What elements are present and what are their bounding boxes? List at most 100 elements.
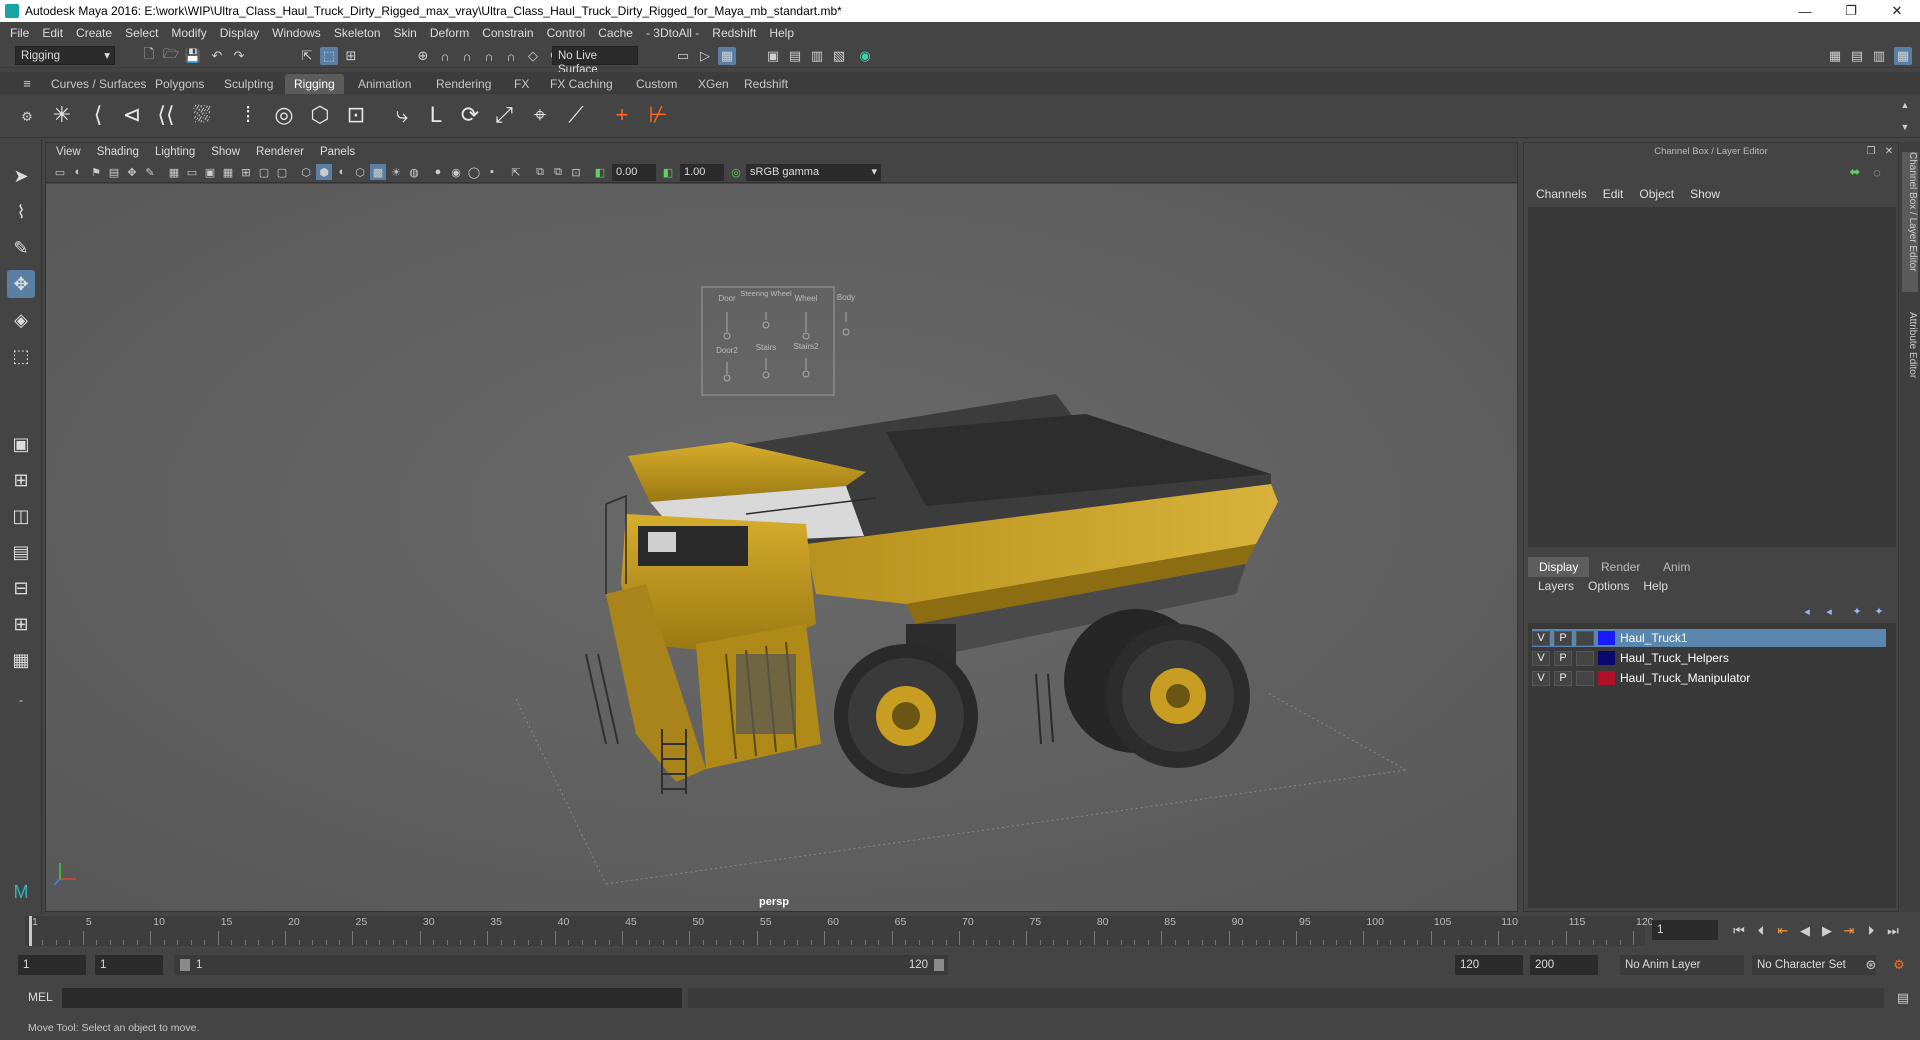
snap-point-icon[interactable]: ∩ bbox=[458, 47, 476, 65]
menu-deform[interactable]: Deform bbox=[430, 26, 469, 40]
haul-truck-model[interactable] bbox=[585, 394, 1278, 794]
auto-key-icon[interactable]: ⊛ bbox=[1862, 956, 1880, 974]
locator-icon[interactable]: + bbox=[604, 98, 640, 132]
render-settings-icon[interactable]: ▧ bbox=[830, 47, 848, 65]
layer-menu-options[interactable]: Options bbox=[1588, 579, 1629, 597]
snap-grid-icon[interactable]: ⊕ bbox=[414, 47, 432, 65]
paint-select-icon[interactable]: ✎ bbox=[7, 234, 35, 262]
layer-color-swatch[interactable] bbox=[1598, 671, 1615, 685]
bind-skin-icon[interactable]: ⁞ bbox=[230, 98, 266, 132]
layer-tab-display[interactable]: Display bbox=[1528, 557, 1590, 577]
ipr-render-icon[interactable]: ▥ bbox=[808, 47, 826, 65]
shelf-tab-animation[interactable]: Animation bbox=[349, 74, 420, 94]
safe-action-icon[interactable]: ▢ bbox=[256, 164, 272, 180]
outliner-layout-icon[interactable]: ▤ bbox=[7, 538, 35, 566]
time-slider[interactable]: 1 5 10 15 20 25 30 35 40 45 50 55 60 65 70 75 80 85 90 95 10… bbox=[0, 914, 1920, 948]
restore-icon[interactable]: ❐ bbox=[1828, 0, 1874, 22]
shelf-tab-rendering[interactable]: Rendering bbox=[427, 74, 500, 94]
parent-constraint-icon[interactable]: ⤷ bbox=[384, 98, 420, 132]
default-material-icon[interactable]: ◐ bbox=[334, 164, 350, 180]
menu-constrain[interactable]: Constrain bbox=[482, 26, 533, 40]
grid-icon[interactable]: ▦ bbox=[166, 164, 182, 180]
toggle-attr-icon[interactable]: ▤ bbox=[1848, 47, 1866, 65]
close-icon[interactable]: ✕ bbox=[1874, 0, 1920, 22]
script-editor-icon[interactable]: ▤ bbox=[1894, 989, 1912, 1007]
color-space-dropdown[interactable]: sRGB gamma ▾ bbox=[746, 164, 881, 181]
layer-tab-render[interactable]: Render bbox=[1590, 557, 1651, 577]
shelf-tab-xgen[interactable]: XGen bbox=[689, 74, 738, 94]
select-hierarchy-icon[interactable]: ⇱ bbox=[298, 47, 316, 65]
scale-constraint-icon[interactable]: ⤢ bbox=[486, 98, 522, 132]
close-panel-icon[interactable]: ✕ bbox=[1882, 143, 1896, 159]
lasso-tool-icon[interactable]: ⌇ bbox=[7, 198, 35, 226]
save-scene-icon[interactable]: 💾 bbox=[184, 47, 202, 65]
new-layer-selected-icon[interactable]: ✦ bbox=[1870, 602, 1888, 620]
safe-title-icon[interactable]: ▢ bbox=[274, 164, 290, 180]
layer-color-swatch[interactable] bbox=[1598, 651, 1615, 665]
anim-layer-dropdown[interactable]: No Anim Layer bbox=[1620, 955, 1744, 975]
new-layer-icon[interactable]: ✦ bbox=[1848, 602, 1866, 620]
anim-prefs-icon[interactable]: ⚙ bbox=[1890, 956, 1908, 974]
viewport-menu-view[interactable]: View bbox=[56, 146, 81, 158]
shelf-tab-redshift[interactable]: Redshift bbox=[735, 74, 797, 94]
snap-view-icon[interactable]: ∩ bbox=[502, 47, 520, 65]
menu-cache[interactable]: Cache bbox=[598, 26, 633, 40]
snap-curve-icon[interactable]: ∩ bbox=[436, 47, 454, 65]
layer-row[interactable]: V P Haul_Truck_Manipulator bbox=[1532, 669, 1886, 687]
character-set-dropdown[interactable]: No Character Set bbox=[1752, 955, 1876, 975]
ik-spline-icon[interactable]: ⊲ bbox=[114, 98, 150, 132]
range-handle-end[interactable] bbox=[934, 959, 944, 971]
shelf-menu-icon[interactable]: ≡ bbox=[18, 74, 36, 92]
current-frame-field[interactable]: 1 bbox=[1652, 920, 1718, 940]
shadows-icon[interactable]: ◍ bbox=[406, 164, 422, 180]
layer-visibility-toggle[interactable]: V bbox=[1532, 630, 1550, 646]
input-ops-icon[interactable]: ▭ bbox=[674, 47, 692, 65]
viewport-menu-lighting[interactable]: Lighting bbox=[155, 146, 195, 158]
move-tool-icon[interactable]: ✥ bbox=[7, 270, 35, 298]
viewport-menu-panels[interactable]: Panels bbox=[320, 146, 355, 158]
resolution-gate-icon[interactable]: ▣ bbox=[202, 164, 218, 180]
field-chart-icon[interactable]: ⊞ bbox=[238, 164, 254, 180]
humanik-icon[interactable]: ⛆ bbox=[184, 98, 220, 132]
color-management-icon[interactable]: ◎ bbox=[728, 164, 744, 180]
cluster-icon[interactable]: ⊡ bbox=[338, 98, 374, 132]
next-key-icon[interactable]: ⇥ bbox=[1840, 922, 1858, 940]
output-ops-icon[interactable]: ▷ bbox=[696, 47, 714, 65]
range-handle-start[interactable] bbox=[180, 959, 190, 971]
shelf-tab-fx-caching[interactable]: FX Caching bbox=[541, 74, 622, 94]
menu-redshift[interactable]: Redshift bbox=[712, 26, 756, 40]
layer-tab-anim[interactable]: Anim bbox=[1652, 557, 1701, 577]
four-view-icon[interactable]: ⊞ bbox=[7, 466, 35, 494]
hypershade-layout-icon[interactable]: ⊞ bbox=[7, 610, 35, 638]
shelf-tab-curves-surfaces[interactable]: Curves / Surfaces bbox=[42, 74, 155, 94]
construction-history-icon[interactable]: ▦ bbox=[718, 47, 736, 65]
command-language-label[interactable]: MEL bbox=[28, 990, 53, 1004]
live-surface-field[interactable]: No Live Surface bbox=[552, 46, 638, 76]
ik-handle-icon[interactable]: ⟨ bbox=[80, 98, 116, 132]
go-to-start-icon[interactable]: ⏮ bbox=[1730, 922, 1748, 940]
layer-name[interactable]: Haul_Truck_Helpers bbox=[1620, 651, 1729, 665]
playback-start-field[interactable]: 1 bbox=[95, 955, 163, 975]
select-camera-icon[interactable]: ▭ bbox=[52, 164, 68, 180]
smooth-bind-icon[interactable]: ◎ bbox=[266, 98, 302, 132]
play-backwards-icon[interactable]: ◀ bbox=[1796, 922, 1814, 940]
layer-playback-toggle[interactable]: P bbox=[1554, 630, 1572, 646]
shelf-tab-fx[interactable]: FX bbox=[505, 74, 538, 94]
menu-windows[interactable]: Windows bbox=[272, 26, 321, 40]
channel-options-icon[interactable]: ◌ bbox=[1868, 163, 1886, 181]
rotate-tool-icon[interactable]: ◈ bbox=[7, 306, 35, 334]
gamma-field[interactable]: 1.00 bbox=[680, 164, 724, 181]
select-tool-icon[interactable]: ➤ bbox=[7, 162, 35, 190]
viewport-menu-show[interactable]: Show bbox=[211, 146, 240, 158]
more-layouts-icon[interactable]: - bbox=[7, 686, 35, 714]
shelf-options-icon[interactable]: ⚙ bbox=[18, 108, 36, 126]
select-component-icon[interactable]: ⊞ bbox=[342, 47, 360, 65]
layer-row[interactable]: V P Haul_Truck_Helpers bbox=[1532, 649, 1886, 667]
current-time-marker[interactable] bbox=[29, 916, 32, 946]
create-joints-icon[interactable]: ✳ bbox=[44, 98, 80, 132]
menu-set-dropdown[interactable]: Rigging ▾ bbox=[15, 46, 115, 65]
aim-constraint-icon[interactable]: ⌖ bbox=[522, 98, 558, 132]
open-scene-icon[interactable]: 🗁 bbox=[162, 46, 180, 65]
layer-menu-layers[interactable]: Layers bbox=[1538, 579, 1574, 597]
scale-tool-icon[interactable]: ⬚ bbox=[7, 342, 35, 370]
